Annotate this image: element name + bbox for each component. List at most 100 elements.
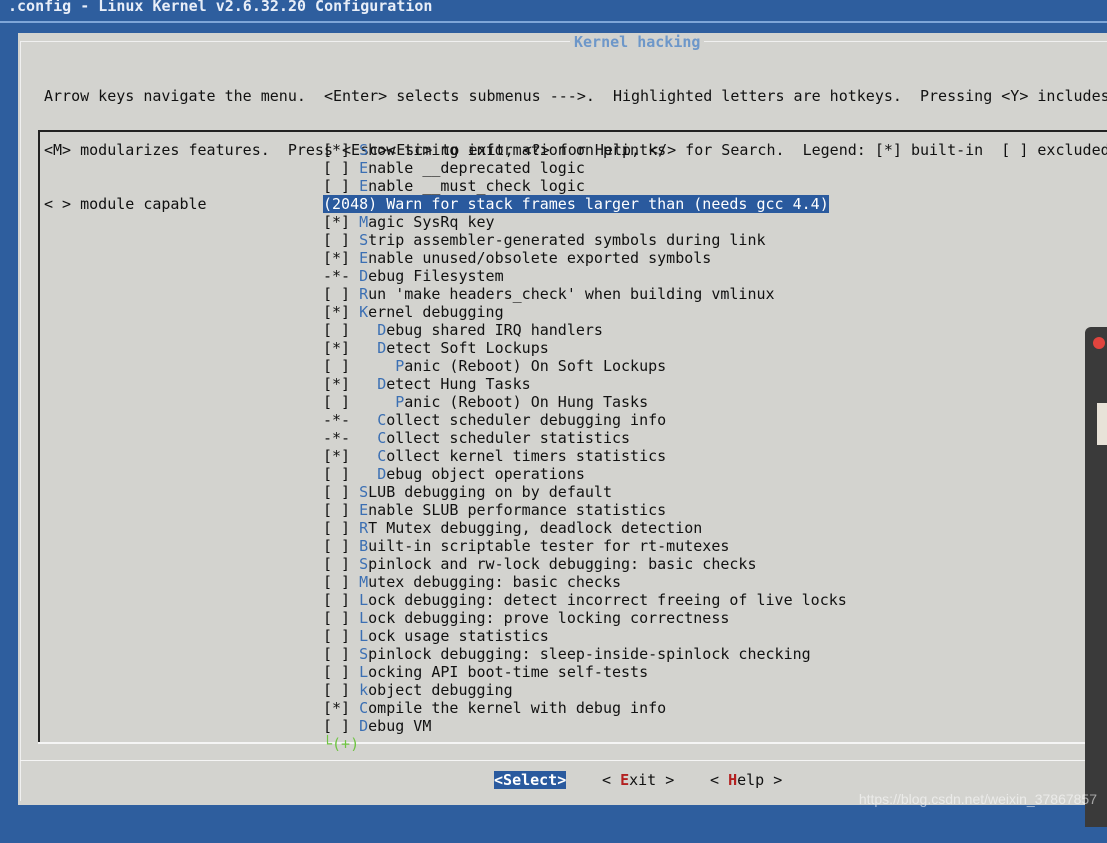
menu-item[interactable]: [ ] Lock debugging: prove locking correc…: [323, 609, 847, 627]
menu-item[interactable]: [ ] SLUB debugging on by default: [323, 483, 847, 501]
menu-item-content: [ ] Enable SLUB performance statistics: [323, 501, 666, 519]
menu-item-state: [ ]: [323, 627, 360, 645]
menu-item[interactable]: [ ] Run 'make headers_check' when buildi…: [323, 285, 847, 303]
menu-item[interactable]: [*] Detect Soft Lockups: [323, 339, 847, 357]
menu-item[interactable]: [ ] Enable __must_check logic: [323, 177, 847, 195]
menu-item-state: [ ]: [323, 681, 360, 699]
menu-item[interactable]: [*] Compile the kernel with debug info: [323, 699, 847, 717]
menu-item-state: [ ]: [323, 555, 360, 573]
menu-item-state: [ ]: [323, 483, 360, 501]
menu-item-indent: [359, 465, 377, 483]
menu-item-hotkey: L: [359, 609, 369, 627]
menu-item-state: [*]: [323, 339, 360, 357]
menu-item-hotkey: S: [359, 555, 369, 573]
menu-item-label: anic (Reboot) On Soft Lockups: [404, 357, 667, 375]
menu-item-content: [ ] Lock debugging: detect incorrect fre…: [323, 591, 847, 609]
menu-item[interactable]: [ ] Mutex debugging: basic checks: [323, 573, 847, 591]
menu-item[interactable]: [ ] Locking API boot-time self-tests: [323, 663, 847, 681]
menu-item[interactable]: [ ] Debug object operations: [323, 465, 847, 483]
menu-item-state: -*-: [323, 411, 360, 429]
menu-item-content: [*] Show timing information on printks: [323, 141, 666, 159]
menu-item-label: object debugging: [368, 681, 513, 699]
menu-item-content: [ ] Debug shared IRQ handlers: [323, 321, 603, 339]
menu-item[interactable]: [ ] kobject debugging: [323, 681, 847, 699]
menu-item[interactable]: [ ] Debug VM: [323, 717, 847, 735]
help-button-left: <: [710, 771, 729, 789]
menu-item-hotkey: S: [359, 141, 369, 159]
menu-item-label: how timing information on printks: [368, 141, 667, 159]
menu-item-content: [ ] Debug object operations: [323, 465, 585, 483]
menu-item-indent: [359, 339, 377, 357]
menu-item[interactable]: [*] Collect kernel timers statistics: [323, 447, 847, 465]
menu-item[interactable]: [ ] RT Mutex debugging, deadlock detecti…: [323, 519, 847, 537]
menu-item-label: nable unused/obsolete exported symbols: [368, 249, 712, 267]
menu-item[interactable]: -*- Collect scheduler statistics: [323, 429, 847, 447]
menu-item-indent: [359, 393, 395, 411]
menu-item[interactable]: [ ] Enable __deprecated logic: [323, 159, 847, 177]
menu-item-label: nable __deprecated logic: [368, 159, 585, 177]
menu-item-content: -*- Debug Filesystem: [323, 267, 504, 285]
menu-item-indent: [359, 429, 377, 447]
menu-item[interactable]: [*] Detect Hung Tasks: [323, 375, 847, 393]
menu-item[interactable]: [*] Enable unused/obsolete exported symb…: [323, 249, 847, 267]
menu-item-content: (2048) Warn for stack frames larger than…: [323, 195, 829, 213]
menu-item[interactable]: [ ] Built-in scriptable tester for rt-mu…: [323, 537, 847, 555]
close-icon[interactable]: [1093, 337, 1105, 349]
menu-item-content: [ ] Debug VM: [323, 717, 431, 735]
menu-item-label: nable SLUB performance statistics: [368, 501, 667, 519]
menu-item-selected[interactable]: (2048) Warn for stack frames larger than…: [323, 195, 847, 213]
menu-item-label: ock usage statistics: [368, 627, 549, 645]
menu-item-indent: [359, 447, 377, 465]
menu-item[interactable]: -*- Collect scheduler debugging info: [323, 411, 847, 429]
menu-item-content: [ ] Lock debugging: prove locking correc…: [323, 609, 729, 627]
menu-item-state: [ ]: [323, 591, 360, 609]
menu-item[interactable]: [ ] Strip assembler-generated symbols du…: [323, 231, 847, 249]
menu-item-hotkey: W: [386, 195, 396, 213]
menu-item[interactable]: [ ] Panic (Reboot) On Soft Lockups: [323, 357, 847, 375]
help-button[interactable]: < Help >: [710, 771, 782, 789]
background-window[interactable]: [1085, 327, 1107, 827]
menu-item-label: T Mutex debugging, deadlock detection: [368, 519, 703, 537]
menu-item-label: arn for stack frames larger than (needs …: [395, 195, 829, 213]
menu-item[interactable]: [ ] Lock usage statistics: [323, 627, 847, 645]
menu-item[interactable]: [ ] Lock debugging: detect incorrect fre…: [323, 591, 847, 609]
menu-item-hotkey: M: [359, 213, 369, 231]
menu-item-content: [ ] Spinlock and rw-lock debugging: basi…: [323, 555, 756, 573]
menu-item-label: agic SysRq key: [368, 213, 495, 231]
menu-item-state: [ ]: [323, 357, 360, 375]
menu-item-hotkey: C: [377, 447, 387, 465]
menu-item-content: [ ] Enable __must_check logic: [323, 177, 585, 195]
menu-item-hotkey: P: [395, 357, 405, 375]
menu-item-label: ebug Filesystem: [368, 267, 504, 285]
menu-item-state: [ ]: [323, 285, 360, 303]
menu-item-label: ebug shared IRQ handlers: [386, 321, 603, 339]
menu-item[interactable]: [ ] Enable SLUB performance statistics: [323, 501, 847, 519]
menu-item-hotkey: M: [359, 573, 369, 591]
menu-item-hotkey: D: [359, 267, 369, 285]
menu-item-hotkey: S: [359, 231, 369, 249]
dialog-title: Kernel hacking: [570, 33, 705, 51]
menu-item-content: -*- Collect scheduler debugging info: [323, 411, 666, 429]
select-button[interactable]: <Select>: [494, 771, 567, 789]
menu-item-label: ebug VM: [368, 717, 432, 735]
menu-item-hotkey: E: [359, 249, 369, 267]
menu-item-state: [ ]: [323, 717, 360, 735]
menu-item-label: ock debugging: detect incorrect freeing …: [368, 591, 847, 609]
menu-item-state: [ ]: [323, 393, 360, 411]
menu-item-hotkey: L: [359, 591, 369, 609]
menu-item-label: LUB debugging on by default: [368, 483, 612, 501]
menu-item[interactable]: [*] Show timing information on printks: [323, 141, 847, 159]
menu-item-state: (2048): [323, 195, 387, 213]
menu-item[interactable]: [ ] Spinlock and rw-lock debugging: basi…: [323, 555, 847, 573]
menu-item[interactable]: -*- Debug Filesystem: [323, 267, 847, 285]
menu-item-label: ebug object operations: [386, 465, 585, 483]
menu-item[interactable]: [ ] Debug shared IRQ handlers: [323, 321, 847, 339]
menu-item[interactable]: [ ] Panic (Reboot) On Hung Tasks: [323, 393, 847, 411]
menu-item[interactable]: [*] Kernel debugging: [323, 303, 847, 321]
menu-item[interactable]: [*] Magic SysRq key: [323, 213, 847, 231]
exit-button[interactable]: < Exit >: [602, 771, 674, 789]
menu-item-hotkey: D: [377, 321, 387, 339]
menu-item-state: [*]: [323, 447, 360, 465]
menu-item-label: anic (Reboot) On Hung Tasks: [404, 393, 649, 411]
menu-item[interactable]: [ ] Spinlock debugging: sleep-inside-spi…: [323, 645, 847, 663]
